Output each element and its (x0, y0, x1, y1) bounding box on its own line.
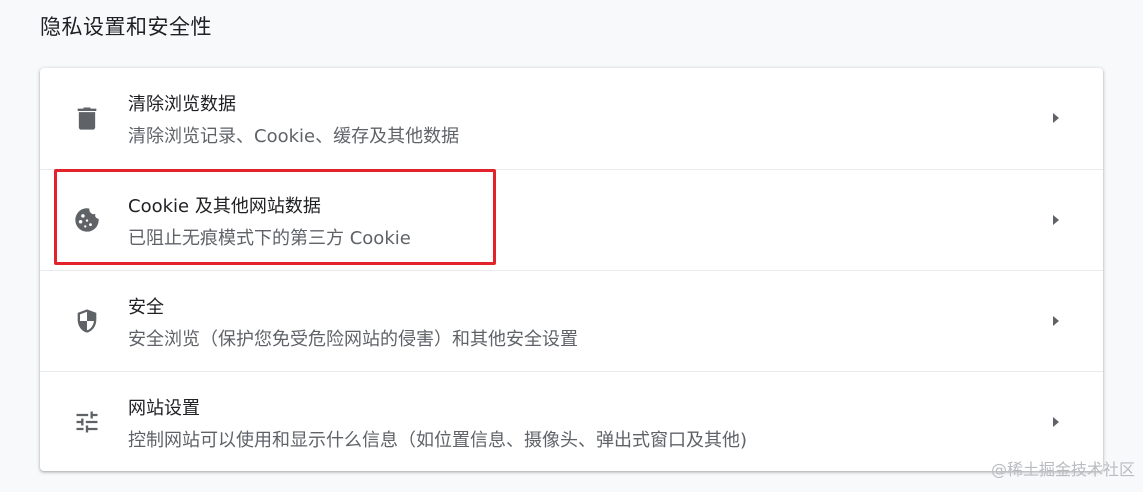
row-subtitle: 清除浏览记录、Cookie、缓存及其他数据 (128, 126, 460, 147)
tune-icon (73, 408, 101, 436)
chevron-right-icon (1049, 313, 1063, 329)
chevron-right-icon (1049, 110, 1063, 126)
row-subtitle: 控制网站可以使用和显示什么信息（如位置信息、摄像头、弹出式窗口及其他) (128, 430, 748, 451)
row-title: 清除浏览数据 (128, 94, 236, 115)
clear-browsing-data-row[interactable]: 清除浏览数据 清除浏览记录、Cookie、缓存及其他数据 (40, 68, 1103, 169)
shield-icon (73, 307, 101, 335)
settings-page: 隐私设置和安全性 清除浏览数据 清除浏览记录、Cookie、缓存及其他数据 Co… (0, 0, 1143, 492)
row-subtitle: 安全浏览（保护您免受危险网站的侵害）和其他安全设置 (128, 329, 578, 350)
row-title: Cookie 及其他网站数据 (128, 196, 321, 217)
trash-icon (73, 104, 101, 132)
cookie-icon (73, 206, 101, 234)
cookies-site-data-row[interactable]: Cookie 及其他网站数据 已阻止无痕模式下的第三方 Cookie (40, 169, 1103, 271)
section-title: 隐私设置和安全性 (40, 15, 212, 39)
privacy-settings-card: 清除浏览数据 清除浏览记录、Cookie、缓存及其他数据 Cookie 及其他网… (40, 68, 1103, 471)
watermark: @稀土掘金技术社区 (990, 460, 1135, 479)
chevron-right-icon (1049, 212, 1063, 228)
row-title: 安全 (128, 297, 164, 318)
row-title: 网站设置 (128, 398, 200, 419)
security-row[interactable]: 安全 安全浏览（保护您免受危险网站的侵害）和其他安全设置 (40, 270, 1103, 372)
row-subtitle: 已阻止无痕模式下的第三方 Cookie (128, 228, 411, 249)
site-settings-row[interactable]: 网站设置 控制网站可以使用和显示什么信息（如位置信息、摄像头、弹出式窗口及其他) (40, 371, 1103, 471)
chevron-right-icon (1049, 414, 1063, 430)
